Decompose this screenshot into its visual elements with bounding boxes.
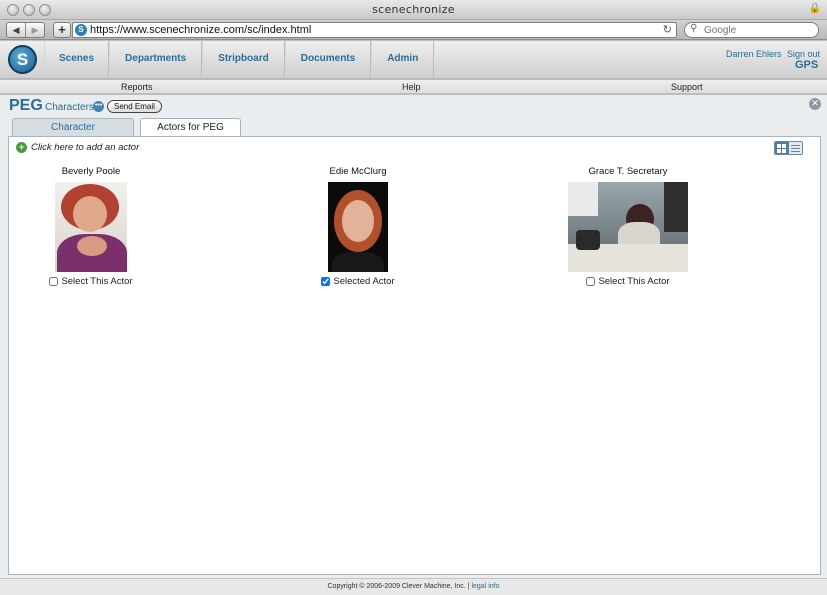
nav-documents[interactable]: Documents: [284, 41, 372, 78]
search-icon: ⚲: [690, 23, 698, 34]
user-name[interactable]: Darren Ehlers: [726, 49, 782, 59]
character-page: PEG - Characters ••• Send Email ✕ Charac…: [0, 95, 827, 578]
gps-label[interactable]: GPS: [795, 59, 818, 71]
select-actor-label: Selected Actor: [333, 276, 395, 287]
reports-link[interactable]: Reports: [121, 82, 153, 92]
browser-search-input[interactable]: [704, 24, 812, 36]
favicon-icon: S: [75, 24, 87, 36]
add-actor-label: Click here to add an actor: [31, 142, 140, 153]
view-toggle: [774, 141, 803, 155]
nav-departments[interactable]: Departments: [109, 41, 203, 78]
legal-info-link[interactable]: legal info: [471, 583, 499, 590]
nav-stripboard[interactable]: Stripboard: [202, 41, 285, 78]
select-actor-checkbox[interactable]: [321, 277, 331, 286]
tab-actors[interactable]: Actors for PEG (3): [140, 118, 241, 150]
breadcrumb-characters[interactable]: Characters: [45, 102, 94, 113]
address-bar[interactable]: S https://www.scenechronize.com/sc/index…: [72, 22, 677, 38]
add-bookmark-button[interactable]: +: [53, 22, 71, 38]
support-link[interactable]: Support: [671, 82, 703, 92]
reload-icon[interactable]: ↻: [663, 23, 672, 36]
tab-character-information[interactable]: Character Information: [12, 118, 134, 150]
select-actor-checkbox-row[interactable]: Selected Actor: [273, 276, 443, 287]
history-buttons: ◀ ▶: [6, 22, 45, 38]
window-titlebar: scenechronize 🔒: [0, 0, 827, 20]
actor-name: Beverly Poole: [61, 166, 121, 177]
actor-name: Edie McClurg: [329, 166, 387, 177]
send-email-button[interactable]: Send Email: [107, 100, 162, 113]
actor-photo[interactable]: [328, 182, 388, 272]
sub-nav: Reports Help Support: [0, 80, 827, 94]
footer: Copyright © 2006-2009 Clever Machine, In…: [0, 578, 827, 595]
actor-card: Grace T. Secretary Select This Actor: [543, 166, 713, 287]
actor-card: Edie McClurg Selected Actor: [273, 166, 443, 287]
back-button[interactable]: ◀: [7, 23, 25, 37]
actor-photo[interactable]: [568, 182, 688, 272]
add-actor-link[interactable]: + Click here to add an actor: [16, 142, 139, 153]
breadcrumb-separator: -: [39, 103, 42, 113]
nav-admin[interactable]: Admin: [371, 41, 435, 78]
footer-separator: |: [467, 583, 470, 590]
add-icon: +: [16, 142, 27, 153]
url-text[interactable]: https://www.scenechronize.com/sc/index.h…: [90, 24, 311, 36]
sign-out-link[interactable]: Sign out: [787, 49, 820, 59]
select-actor-checkbox[interactable]: [49, 277, 59, 286]
browser-search-box[interactable]: ⚲: [684, 22, 819, 38]
app-header: S Scenes Departments Stripboard Document…: [0, 41, 827, 79]
window-title: scenechronize: [372, 3, 455, 16]
close-panel-icon[interactable]: ✕: [809, 98, 821, 110]
actors-panel: + Click here to add an actor Beverly Poo…: [8, 136, 821, 575]
nav-scenes[interactable]: Scenes: [44, 41, 110, 78]
select-actor-checkbox-row[interactable]: Select This Actor: [6, 276, 176, 287]
select-actor-label: Select This Actor: [598, 276, 670, 287]
more-options-icon[interactable]: •••: [93, 101, 104, 112]
actor-name: Grace T. Secretary: [588, 166, 668, 177]
grid-view-icon[interactable]: [775, 142, 789, 154]
lock-icon: 🔒: [808, 3, 821, 14]
forward-button[interactable]: ▶: [25, 23, 44, 37]
copyright-text: Copyright © 2006-2009 Clever Machine, In…: [327, 583, 466, 590]
select-actor-checkbox-row[interactable]: Select This Actor: [543, 276, 713, 287]
list-view-icon[interactable]: [788, 142, 802, 154]
scenechronize-logo[interactable]: S: [8, 45, 37, 74]
select-actor-label: Select This Actor: [61, 276, 133, 287]
main-nav: Scenes Departments Stripboard Documents …: [44, 41, 435, 78]
page-title: PEG: [9, 97, 43, 114]
actor-photo[interactable]: [55, 182, 127, 272]
browser-toolbar: ◀ ▶ + S https://www.scenechronize.com/sc…: [0, 20, 827, 40]
select-actor-checkbox[interactable]: [586, 277, 596, 286]
actor-card: Beverly Poole Select This Actor: [6, 166, 176, 287]
help-link[interactable]: Help: [402, 82, 421, 92]
